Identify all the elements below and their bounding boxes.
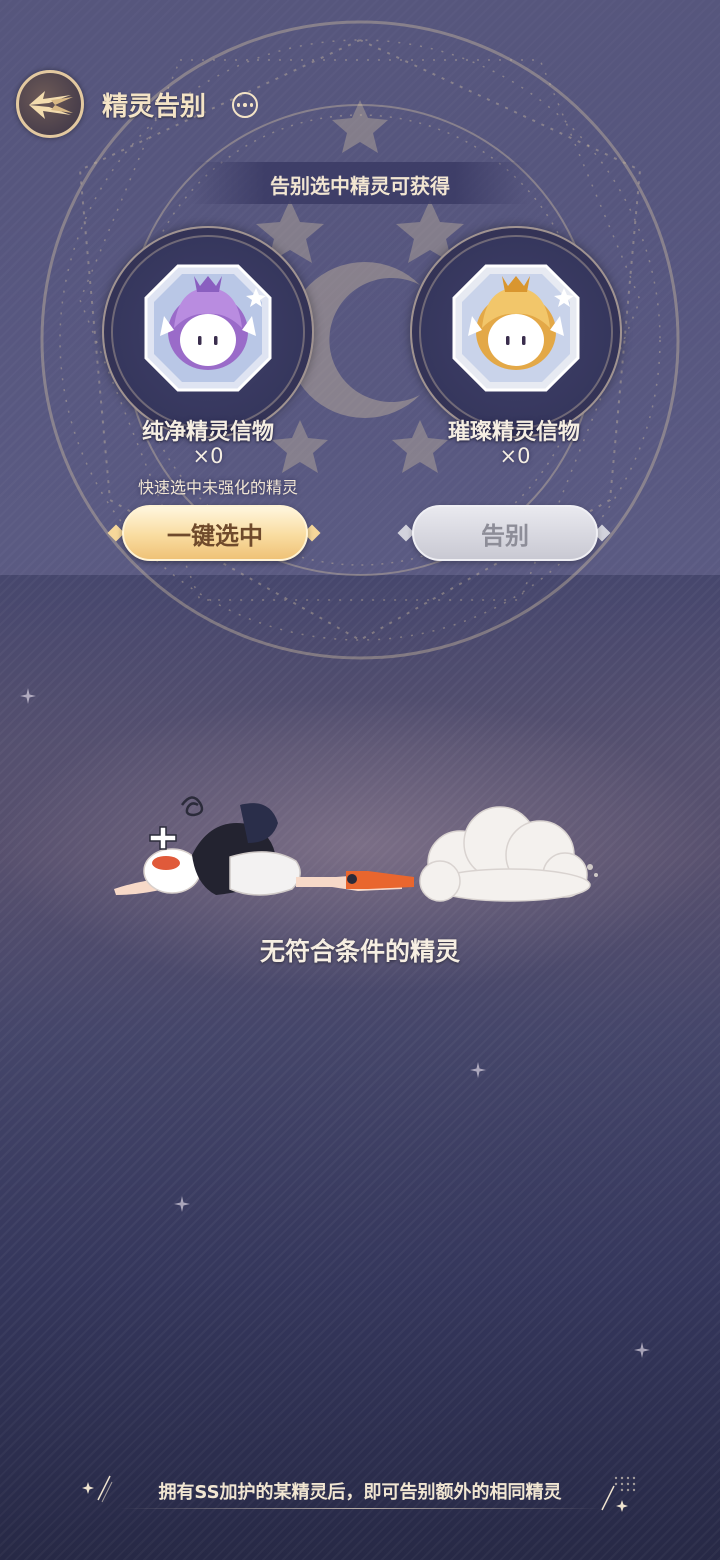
back-button[interactable]	[16, 70, 84, 138]
sparkle-right-icon	[601, 1476, 636, 1512]
reward-item-pure[interactable]	[102, 226, 314, 438]
quick-select-hint: 快速选中未强化的精灵	[137, 478, 298, 497]
select-all-button[interactable]: 一键选中	[122, 505, 308, 561]
reward-item-count: ×0	[192, 444, 224, 468]
reward-item-name: 璀璨精灵信物	[447, 420, 580, 445]
gold-elf-token-icon	[452, 264, 580, 392]
sleeping-character-illustration	[114, 796, 598, 902]
sparkle-icon	[634, 1342, 650, 1358]
reward-item-count: ×0	[499, 444, 531, 468]
reward-title: 告别选中精灵可获得	[270, 174, 450, 198]
sparkle-icon	[470, 1062, 486, 1078]
reward-item-name: 纯净精灵信物	[141, 420, 274, 445]
empty-state-text: 无符合条件的精灵	[259, 937, 460, 966]
wing-back-icon	[29, 91, 73, 119]
sparkle-icon	[20, 688, 36, 704]
sparkle-icon	[174, 1196, 190, 1212]
farewell-button[interactable]: 告别	[412, 505, 598, 561]
page-title: 精灵告别	[102, 92, 207, 122]
footer-divider	[118, 1508, 602, 1509]
purple-elf-token-icon	[144, 264, 272, 392]
reward-item-brilliant[interactable]	[410, 226, 622, 438]
more-icon[interactable]	[232, 92, 258, 118]
